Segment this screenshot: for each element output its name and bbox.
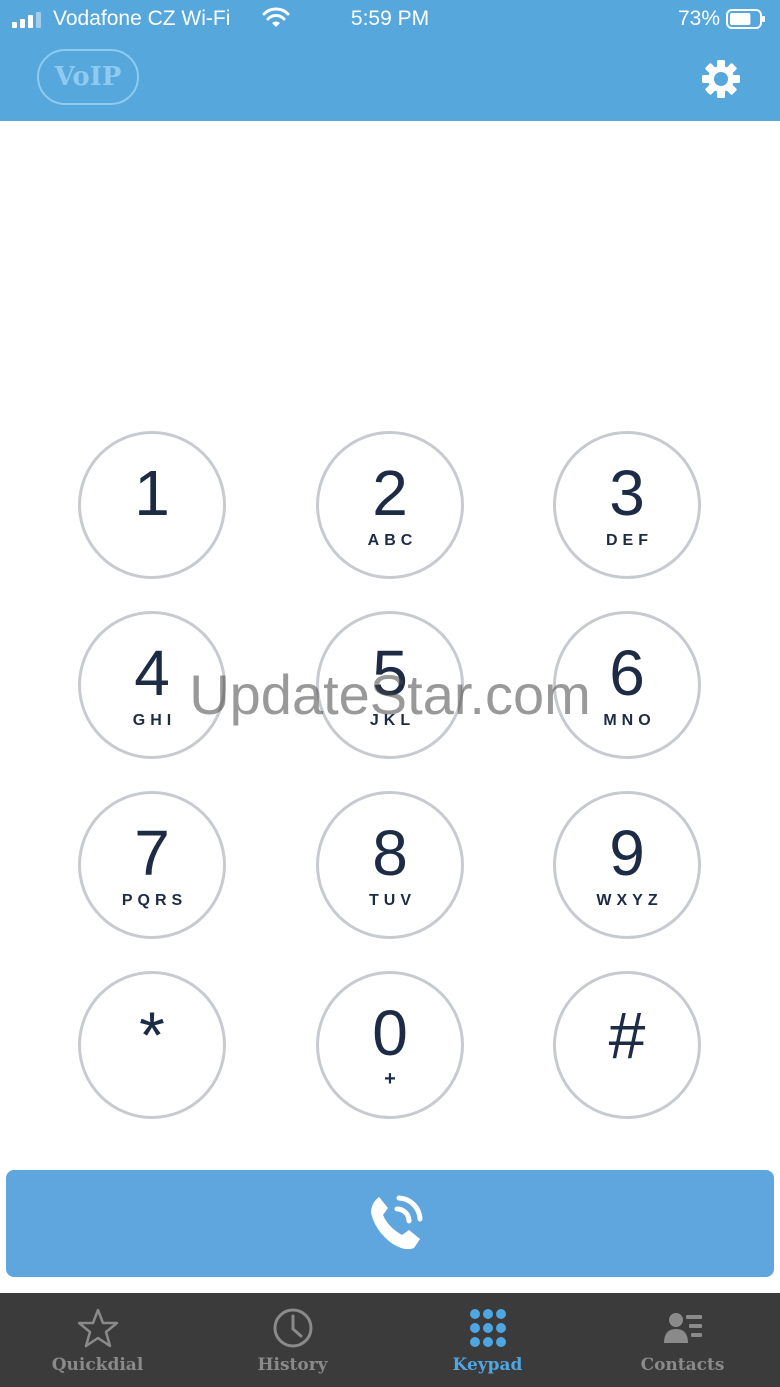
key-digit: 0 <box>372 997 408 1069</box>
key-digit: 5 <box>372 637 408 709</box>
voip-logo: VoIP <box>37 49 139 105</box>
key-star[interactable]: * <box>78 971 226 1119</box>
status-bar: Vodafone CZ Wi-Fi 5:59 PM 73% <box>0 0 780 40</box>
key-digit: 4 <box>134 637 170 709</box>
key-2[interactable]: 2 ABC <box>316 431 464 579</box>
battery-percent: 73% <box>677 7 720 30</box>
key-digit: 8 <box>372 817 408 889</box>
app-header: VoIP <box>0 40 780 121</box>
key-digit: 7 <box>134 817 170 889</box>
phone-call-icon <box>371 1195 423 1250</box>
key-0[interactable]: 0 + <box>316 971 464 1119</box>
key-7[interactable]: 7 PQRS <box>78 791 226 939</box>
key-letters: DEF <box>606 532 653 549</box>
tab-label: Quickdial <box>51 1355 144 1375</box>
key-4[interactable]: 4 GHI <box>78 611 226 759</box>
key-letters: GHI <box>132 712 177 729</box>
tab-quickdial[interactable]: Quickdial <box>0 1293 195 1387</box>
gear-icon[interactable] <box>698 56 744 102</box>
key-letters: TUV <box>369 892 416 909</box>
key-8[interactable]: 8 TUV <box>316 791 464 939</box>
clock-time: 5:59 PM <box>350 7 430 30</box>
key-letters: ABC <box>367 532 418 549</box>
key-1[interactable]: 1 <box>78 431 226 579</box>
battery-icon <box>726 9 765 29</box>
key-letters: WXYZ <box>596 892 663 909</box>
contacts-icon <box>664 1313 702 1343</box>
tab-contacts[interactable]: Contacts <box>585 1293 780 1387</box>
key-digit: # <box>608 998 646 1072</box>
key-digit: 1 <box>134 457 170 529</box>
key-digit: 6 <box>609 637 645 709</box>
key-5[interactable]: 5 JKL <box>316 611 464 759</box>
number-display <box>0 121 780 411</box>
star-icon <box>77 1308 119 1348</box>
clock-icon <box>273 1308 313 1348</box>
tab-label: Keypad <box>452 1355 523 1375</box>
key-hash[interactable]: # <box>553 971 701 1119</box>
tab-bar: Quickdial History Keypad Contacts <box>0 1293 780 1387</box>
key-3[interactable]: 3 DEF <box>553 431 701 579</box>
key-6[interactable]: 6 MNO <box>553 611 701 759</box>
key-digit: 3 <box>609 457 645 529</box>
tab-label: History <box>257 1355 328 1375</box>
key-letters: PQRS <box>121 892 188 909</box>
tab-history[interactable]: History <box>195 1293 390 1387</box>
key-digit: 9 <box>609 817 645 889</box>
key-digit: * <box>139 998 165 1072</box>
call-button[interactable] <box>6 1170 774 1277</box>
key-letters: MNO <box>603 712 656 729</box>
key-letters: JKL <box>369 712 416 729</box>
key-digit: 2 <box>372 457 408 529</box>
tab-keypad[interactable]: Keypad <box>390 1293 585 1387</box>
keypad-icon <box>470 1309 506 1347</box>
key-9[interactable]: 9 WXYZ <box>553 791 701 939</box>
tab-label: Contacts <box>640 1355 725 1375</box>
key-letters: + <box>384 1068 396 1090</box>
